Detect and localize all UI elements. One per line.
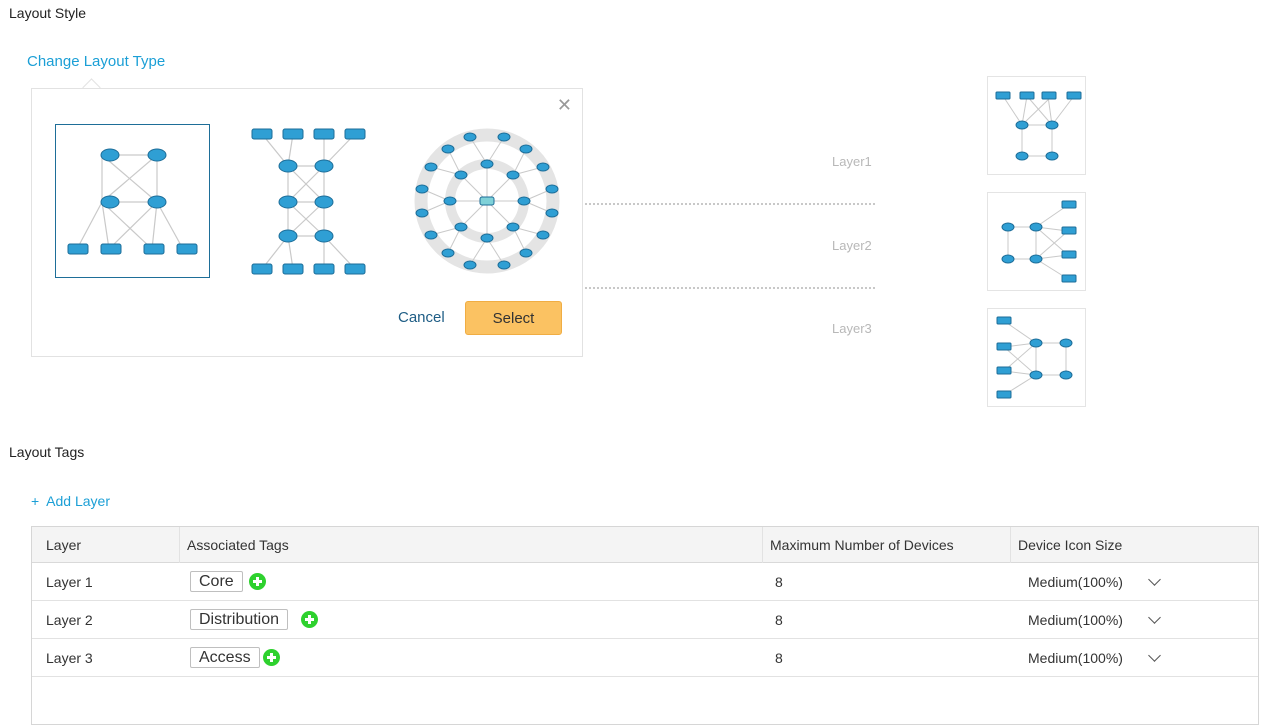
preview-thumbnail-hierarchical [987, 76, 1086, 175]
table-row: Layer 2 Distribution 8 Medium(100%) [32, 601, 1258, 639]
max-devices-cell: 8 [775, 574, 783, 590]
add-tag-icon[interactable] [263, 649, 280, 666]
preview-thumbnail-left [987, 308, 1086, 407]
hierarchical-layout-diagram [67, 148, 198, 255]
header-associated-tags: Associated Tags [179, 527, 762, 563]
preview-layer-3-label: Layer3 [832, 321, 872, 336]
layer-cell: Layer 1 [46, 574, 93, 590]
add-layer-button[interactable]: + Add Layer [31, 493, 110, 509]
icon-size-select[interactable]: Medium(100%) [1028, 601, 1123, 639]
mirrored-layout-diagram [251, 128, 366, 275]
icon-size-select[interactable]: Medium(100%) [1028, 563, 1123, 601]
tag-chip-core[interactable]: Core [190, 571, 243, 592]
chevron-down-icon[interactable] [1148, 573, 1161, 586]
radial-layout-diagram [414, 128, 560, 274]
layout-option-hierarchical[interactable] [55, 124, 210, 278]
change-layout-type-link[interactable]: Change Layout Type [27, 53, 165, 70]
preview-layer-1-label: Layer1 [832, 154, 872, 169]
chevron-down-icon[interactable] [1148, 649, 1161, 662]
layout-option-mirrored[interactable] [244, 124, 374, 278]
tag-chip-access[interactable]: Access [190, 647, 260, 668]
layer-divider-2 [585, 287, 875, 289]
max-devices-cell: 8 [775, 612, 783, 628]
preview-layer-2-label: Layer2 [832, 238, 872, 253]
layout-tags-title: Layout Tags [9, 444, 85, 460]
tag-chip-distribution[interactable]: Distribution [190, 609, 289, 630]
layout-style-title: Layout Style [9, 5, 87, 21]
add-tag-icon[interactable] [249, 573, 266, 590]
header-max-devices: Maximum Number of Devices [762, 527, 1010, 563]
add-tag-icon[interactable] [301, 611, 318, 628]
icon-size-select[interactable]: Medium(100%) [1028, 639, 1123, 677]
cancel-button[interactable]: Cancel [398, 309, 445, 326]
table-row: Layer 1 Core 8 Medium(100%) [32, 563, 1258, 601]
chevron-down-icon[interactable] [1148, 611, 1161, 624]
select-button[interactable]: Select [465, 301, 562, 335]
close-icon[interactable]: ✕ [557, 96, 572, 114]
header-icon-size: Device Icon Size [1010, 527, 1258, 563]
layer-cell: Layer 2 [46, 612, 93, 628]
layout-tags-table: Layer Associated Tags Maximum Number of … [31, 526, 1259, 725]
table-row: Layer 3 Access 8 Medium(100%) [32, 639, 1258, 677]
header-layer: Layer [46, 537, 82, 553]
layer-cell: Layer 3 [46, 650, 93, 666]
layer-divider-1 [585, 203, 875, 205]
preview-thumbnail-right [987, 192, 1086, 291]
layout-option-radial[interactable] [412, 127, 562, 275]
table-header: Layer Associated Tags Maximum Number of … [32, 527, 1258, 563]
layout-type-popover: ✕ Cancel Select [31, 88, 583, 357]
max-devices-cell: 8 [775, 650, 783, 666]
